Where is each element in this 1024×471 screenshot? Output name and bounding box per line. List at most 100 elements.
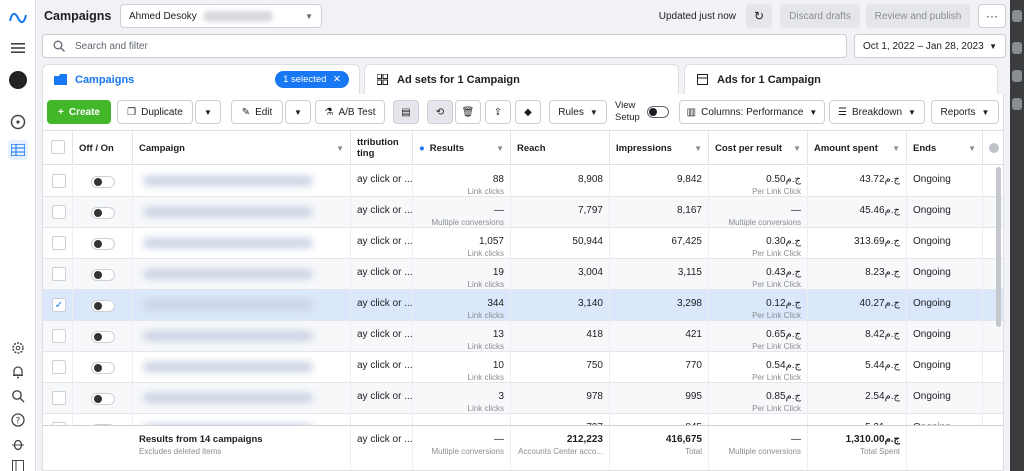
tab-campaigns[interactable]: Campaigns 1 selected ✕ [42,64,360,94]
side-tool-icon[interactable] [1012,42,1022,54]
columns-dropdown[interactable]: ▥ Columns: Performance ▼ [679,100,825,124]
view-setup-toggle[interactable] [647,106,669,118]
campaign-name-cell[interactable] [133,290,351,321]
close-icon[interactable] [1012,10,1022,22]
campaign-on-off-toggle[interactable] [91,331,115,343]
rules-button[interactable]: Rules ▼ [549,100,607,124]
chevron-down-icon: ▼ [589,107,598,117]
more-options-button[interactable]: ··· [978,4,1006,28]
duplicate-button[interactable]: ❐ Duplicate [117,100,193,124]
table-row[interactable]: ay click or ... 3 Link clicks 978 995 0.85ج.م… [43,383,1003,414]
column-attribution[interactable]: ttribution ting [351,131,413,165]
tab-ads[interactable]: Ads for 1 Campaign [684,64,998,94]
campaign-on-off-toggle[interactable] [91,207,115,219]
campaign-on-off-toggle[interactable] [91,300,115,312]
ab-test-button[interactable]: ⚗ A/B Test [315,100,385,124]
column-off-on[interactable]: Off / On [73,131,133,165]
column-cost-per-result[interactable]: Cost per result ▼ [709,131,808,165]
campaign-name-cell[interactable] [133,166,351,197]
edit-dropdown[interactable]: ▼ [285,100,311,124]
settings-icon[interactable] [8,338,28,358]
meta-logo-icon[interactable] [8,8,28,28]
column-ends[interactable]: Ends ▼ [907,131,983,165]
review-publish-button[interactable]: Review and publish [866,4,970,28]
campaigns-table-icon[interactable] [8,140,28,160]
attribution-cell: ay click or ... [351,259,413,290]
chevron-down-icon: ▼ [989,41,997,51]
campaign-on-off-toggle[interactable] [91,362,115,374]
create-button[interactable]: + Create [47,100,111,124]
table-row[interactable]: ✓ ay click or ... 344 Link clicks 3,140 3,298… [43,290,1003,321]
side-tool-icon[interactable] [1012,70,1022,82]
search-filter-bar[interactable]: Search and filter [42,34,847,58]
search-icon[interactable] [8,386,28,406]
campaign-on-off-toggle[interactable] [91,238,115,250]
account-selector[interactable]: Ahmed Desoky ▼ [120,4,322,28]
row-toggle-cell [73,197,133,228]
tab-ad-sets[interactable]: Ad sets for 1 Campaign [364,64,679,94]
refresh-button[interactable]: ↻ [746,4,772,28]
pencil-icon: ✎ [241,106,251,118]
row-checkbox[interactable] [52,174,66,188]
campaign-on-off-toggle[interactable] [91,269,115,281]
table-scrollbar[interactable] [996,167,1001,327]
summary-spent: 1,310.00ج.م Total Spent [808,426,907,470]
row-checkbox[interactable]: ✓ [52,298,66,312]
campaign-name-cell[interactable] [133,228,351,259]
row-checkbox[interactable] [52,267,66,281]
account-id-redacted [202,10,273,22]
campaign-name-cell[interactable] [133,383,351,414]
bug-report-icon[interactable] [8,434,28,454]
row-checkbox[interactable] [52,391,66,405]
help-icon[interactable]: ? [8,410,28,430]
export-button[interactable]: ⇪ [485,100,511,124]
table-row[interactable]: ay click or ... 88 Link clicks 8,908 9,842 0.… [43,166,1003,197]
selected-count-badge[interactable]: 1 selected ✕ [275,71,349,88]
table-row[interactable]: ay click or ... 13 Link clicks 418 421 0.65ج.… [43,321,1003,352]
date-range-picker[interactable]: Oct 1, 2022 – Jan 28, 2023 ▼ [854,34,1006,58]
breakdown-dropdown[interactable]: ☰ Breakdown ▼ [829,100,925,124]
search-input[interactable]: Search and filter [75,41,148,52]
reach-cell: 7,797 [511,197,610,228]
row-checkbox[interactable] [52,360,66,374]
reports-panel-icon[interactable] [8,456,28,471]
table-row[interactable]: ay click or ... 1,057 Link clicks 50,944 67,… [43,228,1003,259]
discard-drafts-button[interactable]: Discard drafts [780,4,860,28]
campaign-name-cell[interactable] [133,259,351,290]
dashboard-icon[interactable] [8,112,28,132]
menu-icon[interactable] [8,38,28,58]
campaign-on-off-toggle[interactable] [91,176,115,188]
campaign-name-redacted [143,207,313,217]
column-campaign[interactable]: Campaign ▼ [133,131,351,165]
undo-button[interactable]: ⟲ [427,100,453,124]
results-cell: 88 Link clicks [413,166,511,197]
row-checkbox[interactable] [52,236,66,250]
column-amount-spent[interactable]: Amount spent ▼ [808,131,907,165]
table-row[interactable]: ay click or ... — Multiple conversions 7,79… [43,197,1003,228]
campaign-name-cell[interactable] [133,321,351,352]
side-tool-icon[interactable] [1012,98,1022,110]
notifications-bell-icon[interactable] [8,362,28,382]
avatar[interactable] [8,70,28,90]
campaign-on-off-toggle[interactable] [91,393,115,405]
row-checkbox[interactable] [52,329,66,343]
ends-cell: Ongoing [907,197,983,228]
delete-button[interactable]: 🗑 [455,100,481,124]
updated-status: Updated just now [658,10,736,22]
row-checkbox[interactable] [52,205,66,219]
column-impressions[interactable]: Impressions ▼ [610,131,709,165]
column-settings-icon[interactable] [989,143,999,153]
duplicate-dropdown[interactable]: ▼ [195,100,221,124]
tag-button[interactable]: ◆ [515,100,541,124]
table-row[interactable]: ay click or ... 10 Link clicks 750 770 0.54ج.… [43,352,1003,383]
column-results[interactable]: ● Results ▼ [413,131,511,165]
table-row[interactable]: ay click or ... 19 Link clicks 3,004 3,115 0.… [43,259,1003,290]
edit-button[interactable]: ✎ Edit [231,100,283,124]
select-all-checkbox[interactable] [51,140,65,154]
column-reach[interactable]: Reach [511,131,610,165]
campaign-name-cell[interactable] [133,197,351,228]
close-icon[interactable]: ✕ [333,74,341,85]
campaign-name-cell[interactable] [133,352,351,383]
archive-button[interactable]: ▤ [393,100,419,124]
reports-dropdown[interactable]: Reports ▼ [931,100,999,124]
